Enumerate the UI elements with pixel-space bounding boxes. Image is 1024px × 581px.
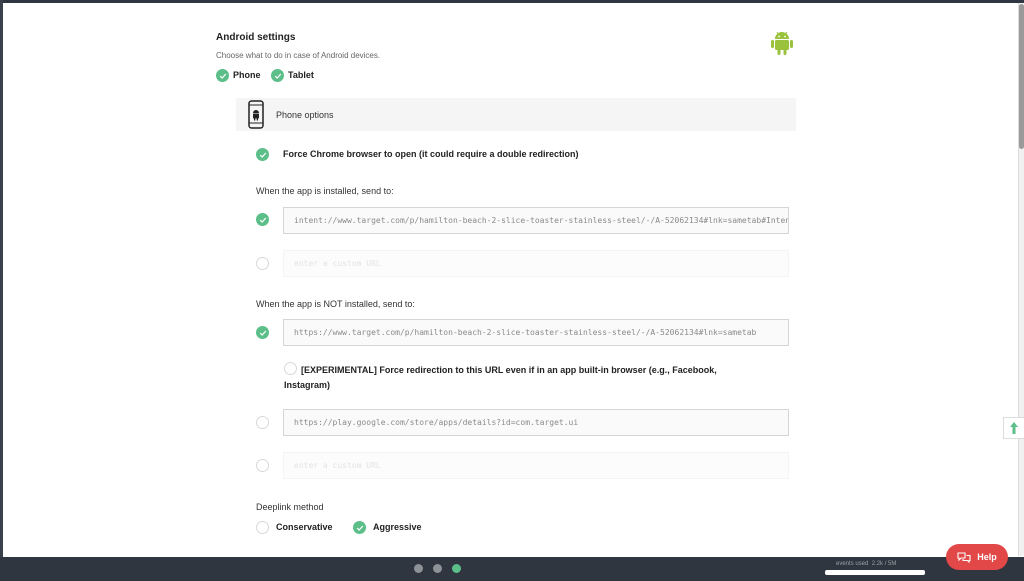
chat-icon (957, 551, 971, 563)
installed-url-input[interactable]: intent://www.target.com/p/hamilton-beach… (283, 207, 789, 234)
help-label: Help (977, 552, 997, 562)
installed-url-radio[interactable] (256, 213, 269, 226)
top-border (0, 0, 1024, 3)
arrow-up-icon (1010, 422, 1018, 434)
phone-label[interactable]: Phone (233, 70, 261, 80)
check-icon (274, 73, 281, 79)
phone-icon (248, 100, 264, 129)
conservative-radio[interactable] (256, 521, 269, 534)
force-chrome-checkbox[interactable] (256, 148, 269, 161)
aggressive-label[interactable]: Aggressive (373, 522, 422, 532)
check-icon (259, 217, 266, 223)
installed-label: When the app is installed, send to: (256, 186, 394, 196)
store-url-radio[interactable] (256, 416, 269, 429)
conservative-label[interactable]: Conservative (276, 522, 333, 532)
installed-custom-radio[interactable] (256, 257, 269, 270)
not-installed-custom-url-input[interactable]: enter a custom URL (283, 452, 789, 479)
not-installed-custom-radio[interactable] (256, 459, 269, 472)
left-border (0, 0, 3, 557)
section-subtitle: Choose what to do in case of Android dev… (216, 51, 381, 60)
experimental-label[interactable]: [EXPERIMENTAL] Force redirection to this… (284, 363, 764, 393)
section-title: Android settings (216, 32, 296, 43)
scrollbar-thumb[interactable] (1019, 4, 1024, 149)
android-icon (769, 29, 795, 57)
aggressive-radio[interactable] (353, 521, 366, 534)
events-used-count: 2.2k / 5M (871, 561, 897, 567)
check-icon (219, 73, 226, 79)
tablet-label[interactable]: Tablet (288, 70, 314, 80)
store-url-input[interactable]: https://play.google.com/store/apps/detai… (283, 409, 789, 436)
events-usage-bar (825, 570, 925, 575)
step-dot-2[interactable] (433, 564, 442, 573)
events-used-label: events used 2.2k / 5M (836, 561, 896, 567)
phone-options-title: Phone options (276, 110, 334, 120)
check-icon (259, 330, 266, 336)
phone-checkbox[interactable] (216, 69, 229, 82)
deeplink-label: Deeplink method (256, 502, 324, 512)
not-installed-url-input[interactable]: https://www.target.com/p/hamilton-beach-… (283, 319, 789, 346)
scroll-top-button[interactable] (1003, 417, 1024, 439)
tablet-checkbox[interactable] (271, 69, 284, 82)
not-installed-url-radio[interactable] (256, 326, 269, 339)
force-chrome-label[interactable]: Force Chrome browser to open (it could r… (283, 149, 579, 159)
check-icon (259, 152, 266, 158)
check-icon (356, 525, 363, 531)
not-installed-label: When the app is NOT installed, send to: (256, 299, 415, 309)
step-dot-3[interactable] (452, 564, 461, 573)
installed-custom-url-input[interactable]: enter a custom URL (283, 250, 789, 277)
events-used-text: events used (836, 561, 869, 567)
step-dot-1[interactable] (414, 564, 423, 573)
help-button[interactable]: Help (946, 544, 1008, 570)
